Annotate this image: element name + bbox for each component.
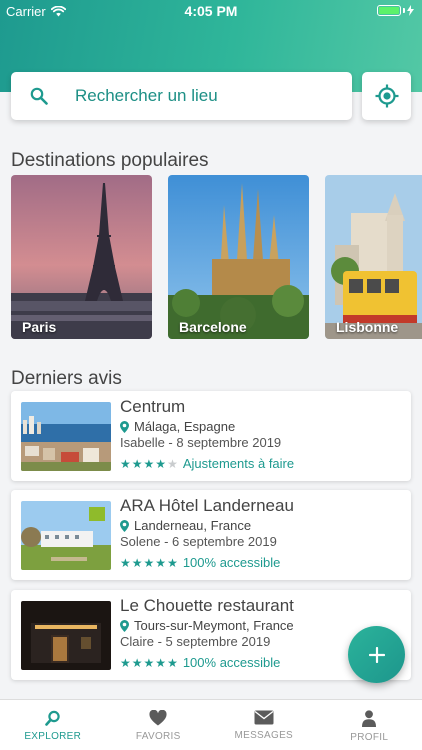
place-location: Tours-sur-Meymont, France <box>120 618 294 633</box>
mail-icon <box>254 710 274 725</box>
battery-icon <box>377 5 414 16</box>
star-filled-icon: ★ <box>131 456 143 471</box>
star-filled-icon: ★ <box>131 555 143 570</box>
search-placeholder: Rechercher un lieu <box>75 86 218 105</box>
popular-destinations-title: Destinations populaires <box>11 150 209 171</box>
place-location: Landerneau, France <box>120 518 251 533</box>
location-text: Tours-sur-Meymont, France <box>134 618 294 633</box>
location-text: Landerneau, France <box>134 518 252 533</box>
star-filled-icon: ★ <box>131 655 143 670</box>
charging-icon <box>407 5 414 16</box>
search-input[interactable]: Rechercher un lieu <box>11 72 352 120</box>
bottom-tab-bar: EXPLORER FAVORIS MESSAGES PROFIL <box>0 699 422 750</box>
star-rating: ★ ★ ★ ★ ★ <box>120 657 178 669</box>
review-author-date: Solene - 6 septembre 2019 <box>120 534 277 549</box>
place-name: Le Chouette restaurant <box>120 596 294 615</box>
rating-label: Ajustements à faire <box>182 456 295 471</box>
status-bar: Carrier 4:05 PM <box>0 0 422 22</box>
tab-favoris[interactable]: FAVORIS <box>106 700 212 750</box>
crosshair-icon <box>375 84 398 108</box>
review-author-date: Claire - 5 septembre 2019 <box>120 634 271 649</box>
star-filled-icon: ★ <box>120 555 131 570</box>
star-empty-icon: ★ <box>167 456 178 471</box>
status-time: 4:05 PM <box>184 3 238 19</box>
tab-label: PROFIL <box>350 732 389 743</box>
star-filled-icon: ★ <box>120 655 131 670</box>
review-thumbnail <box>21 501 111 570</box>
destination-label: Lisbonne <box>336 319 399 335</box>
star-filled-icon: ★ <box>167 555 178 570</box>
destination-label: Paris <box>22 319 57 335</box>
review-rating: ★ ★ ★ ★ ★ Ajustements à faire <box>120 456 294 471</box>
paris-photo <box>11 175 152 339</box>
star-filled-icon: ★ <box>155 555 167 570</box>
tab-label: EXPLORER <box>24 731 82 742</box>
place-location: Málaga, Espagne <box>120 419 235 434</box>
locate-me-button[interactable] <box>362 72 411 120</box>
review-thumbnail <box>21 402 111 471</box>
place-name: Centrum <box>120 397 186 416</box>
rating-label: 100% accessible <box>182 555 281 570</box>
lisbonne-photo <box>325 175 422 339</box>
destination-card-paris[interactable]: Paris <box>11 175 152 339</box>
search-icon <box>15 87 63 105</box>
review-card-centrum[interactable]: Centrum Málaga, Espagne Isabelle - 8 sep… <box>11 391 411 481</box>
barcelone-photo <box>168 175 309 339</box>
search-icon <box>44 710 60 726</box>
review-card-ara-hotel[interactable]: ARA Hôtel Landerneau Landerneau, France … <box>11 490 411 580</box>
add-review-button[interactable] <box>348 626 405 683</box>
tab-messages[interactable]: MESSAGES <box>211 700 317 750</box>
star-filled-icon: ★ <box>120 456 131 471</box>
star-filled-icon: ★ <box>143 456 155 471</box>
star-filled-icon: ★ <box>167 655 178 670</box>
place-name: ARA Hôtel Landerneau <box>120 496 294 515</box>
destination-card-lisbonne[interactable]: Lisbonne <box>325 175 422 339</box>
destination-card-barcelone[interactable]: Barcelone <box>168 175 309 339</box>
star-filled-icon: ★ <box>143 555 155 570</box>
review-rating: ★ ★ ★ ★ ★ 100% accessible <box>120 655 280 670</box>
tab-label: FAVORIS <box>135 731 181 742</box>
star-rating: ★ ★ ★ ★ ★ <box>120 458 178 470</box>
tab-label: MESSAGES <box>234 730 294 741</box>
review-thumbnail <box>21 601 111 670</box>
map-pin-icon <box>120 420 129 433</box>
star-filled-icon: ★ <box>155 655 167 670</box>
star-filled-icon: ★ <box>143 655 155 670</box>
star-filled-icon: ★ <box>155 456 167 471</box>
star-rating: ★ ★ ★ ★ ★ <box>120 557 178 569</box>
review-rating: ★ ★ ★ ★ ★ 100% accessible <box>120 555 280 570</box>
heart-icon <box>149 710 167 726</box>
location-text: Málaga, Espagne <box>134 419 236 434</box>
map-pin-icon <box>120 619 129 632</box>
tab-explorer[interactable]: EXPLORER <box>0 700 106 750</box>
user-icon <box>362 710 377 727</box>
latest-reviews-title: Derniers avis <box>11 368 122 389</box>
map-pin-icon <box>120 519 129 532</box>
review-author-date: Isabelle - 8 septembre 2019 <box>120 435 282 450</box>
rating-label: 100% accessible <box>182 655 281 670</box>
plus-icon <box>368 646 385 663</box>
destination-label: Barcelone <box>179 319 247 335</box>
tab-profil[interactable]: PROFIL <box>317 700 422 750</box>
